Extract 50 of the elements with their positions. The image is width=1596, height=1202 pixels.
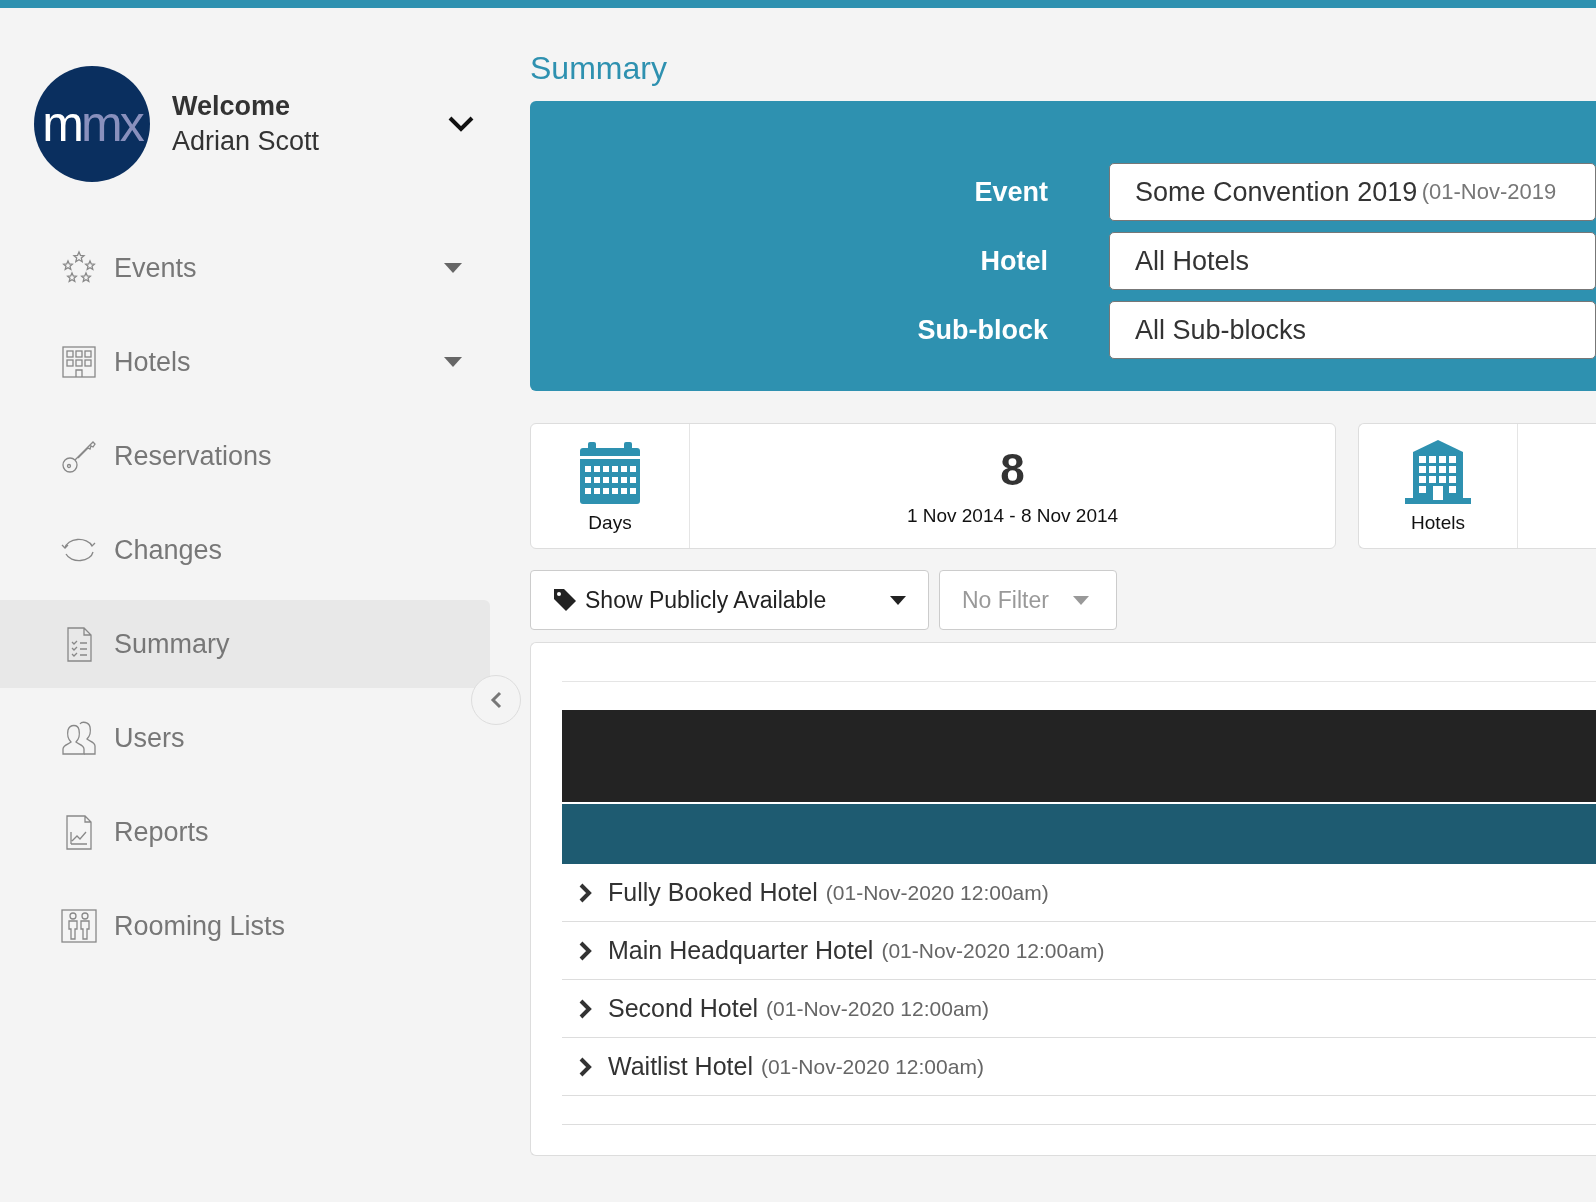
sidebar-item[interactable]: Events (0, 224, 490, 312)
sidebar-item[interactable]: Reservations (0, 412, 490, 500)
users-icon (60, 719, 98, 757)
date-range: 1 Nov 2014 - 8 Nov 2014 (906, 505, 1119, 527)
sidebar-item[interactable]: Summary (0, 600, 490, 688)
hotel-date: (01-Nov-2020 12:00am) (881, 938, 1105, 963)
chevron-down-icon[interactable] (448, 116, 474, 132)
chevron-right-icon (578, 939, 592, 962)
filter-label: Event (973, 176, 1048, 208)
hotel-name: Second Hotel (608, 994, 759, 1023)
sidebar-item[interactable]: Changes (0, 506, 490, 594)
hotel-row[interactable]: Main Headquarter Hotel (01-Nov-2020 12:00am) (562, 922, 1596, 980)
chevron-right-icon (578, 997, 592, 1020)
tag-icon (553, 588, 577, 612)
page-title: Summary (530, 50, 668, 87)
sidebar-item[interactable]: Users (0, 694, 490, 782)
caret-icon (890, 595, 906, 605)
hotel-name: Fully Booked Hotel (608, 878, 818, 907)
hotel-name: Main Headquarter Hotel (608, 936, 874, 965)
building-icon (1405, 440, 1471, 504)
calendar-icon (580, 442, 640, 504)
building-icon (60, 343, 98, 381)
filter-dropdown[interactable]: No Filter (939, 570, 1117, 630)
filter-label: Sub-block (916, 314, 1048, 346)
stat-label: Days (588, 512, 632, 534)
hotel-name: Waitlist Hotel (608, 1052, 753, 1081)
hotel-row[interactable]: Second Hotel (01-Nov-2020 12:00am) (562, 980, 1596, 1038)
sidebar-item[interactable]: Rooming Lists (0, 882, 490, 970)
hotel-row[interactable]: Fully Booked Hotel (01-Nov-2020 12:00am) (562, 864, 1596, 922)
chevron-right-icon (578, 1055, 592, 1078)
select-field[interactable]: All Hotels (1109, 232, 1596, 290)
hotel-date: (01-Nov-2020 12:00am) (760, 1054, 984, 1079)
people-icon (60, 907, 98, 945)
hotel-date: (01-Nov-2020 12:00am) (825, 880, 1049, 905)
select-field[interactable]: All Sub-blocks (1109, 301, 1596, 359)
sidebar-item[interactable]: Reports (0, 788, 490, 876)
caret-icon (1072, 595, 1089, 605)
stat-label: Hotels (1411, 512, 1465, 534)
stat-value: 8 (1000, 445, 1025, 495)
sidebar-item[interactable]: Hotels (0, 318, 490, 406)
hotel-date: (01-Nov-2020 12:00am) (766, 996, 990, 1021)
mmx-logo: mmx (34, 66, 150, 182)
chevron-left-icon (490, 691, 502, 709)
user-name: Adrian Scott (172, 126, 321, 157)
hotel-row[interactable]: Waitlist Hotel (01-Nov-2020 12:00am) (562, 1038, 1596, 1096)
availability-dropdown[interactable]: Show Publicly Available (530, 570, 929, 630)
filter-label: Hotel (979, 245, 1048, 277)
chevron-right-icon (578, 881, 592, 904)
select-field[interactable]: Some Convention 2019 (01-Nov-2019 (1109, 163, 1596, 221)
welcome-text: Welcome (172, 91, 292, 122)
